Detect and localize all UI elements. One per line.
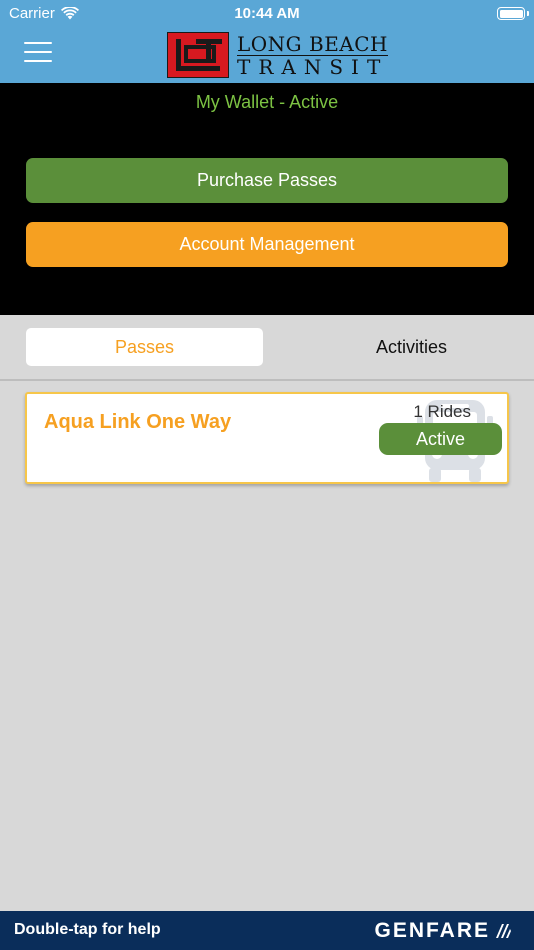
lbt-logo-mark: [167, 32, 229, 78]
pass-name: Aqua Link One Way: [44, 411, 232, 433]
tab-passes[interactable]: Passes: [26, 328, 263, 366]
battery-icon: [497, 7, 525, 20]
status-bar: Carrier 10:44 AM: [0, 0, 534, 28]
help-text: Double-tap for help: [14, 921, 161, 938]
hamburger-menu-icon[interactable]: [24, 42, 52, 64]
tab-activities[interactable]: Activities: [293, 328, 530, 366]
genfare-brand: GENFARE: [374, 919, 512, 943]
help-bar: Double-tap for help GENFARE: [0, 911, 534, 950]
account-management-button[interactable]: Account Management: [26, 222, 508, 267]
long-beach-transit-logo: LONG BEACH TRANSIT: [167, 31, 389, 79]
logo-line-1: LONG BEACH: [237, 31, 388, 56]
logo-line-2: TRANSIT: [237, 54, 389, 79]
purchase-passes-button[interactable]: Purchase Passes: [26, 158, 508, 203]
wallet-title: My Wallet - Active: [195, 92, 339, 112]
genfare-wordmark: GENFARE: [374, 919, 490, 942]
pass-rides-count: 1 Rides: [413, 402, 471, 421]
logo-wordmark: LONG BEACH TRANSIT: [237, 31, 389, 79]
tab-bar: Passes Activities: [0, 315, 534, 381]
genfare-logo-icon: [496, 924, 511, 938]
status-time: 10:44 AM: [234, 5, 300, 22]
app-header: Carrier 10:44 AM LONG BEACH TRANSIT: [0, 0, 534, 83]
pass-status-badge: Active: [379, 423, 502, 455]
pass-card[interactable]: Aqua Link One Way 1 Rides Active: [25, 392, 509, 484]
wallet-panel: My Wallet - Active Purchase Passes Accou…: [0, 83, 534, 315]
